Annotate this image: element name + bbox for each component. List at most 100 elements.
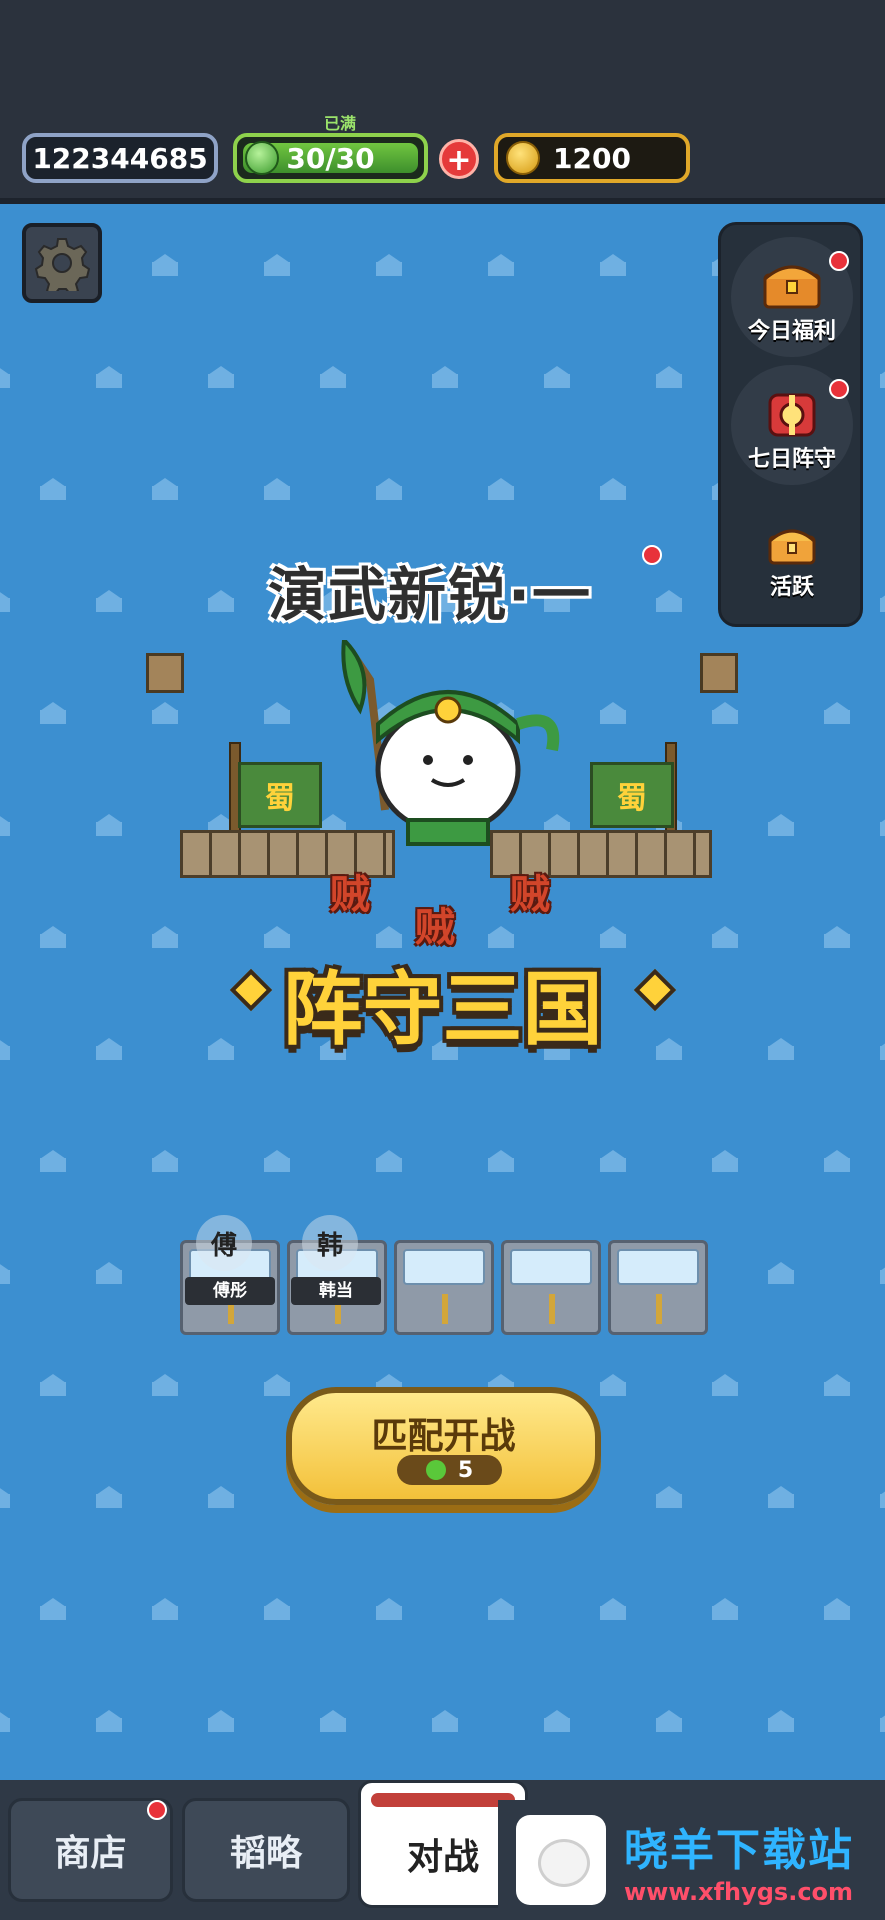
gold-display: 1200 bbox=[494, 133, 690, 183]
background-tile bbox=[600, 254, 626, 276]
treasure-chest-icon bbox=[763, 265, 821, 309]
shu-flag-right: 蜀 bbox=[590, 762, 674, 828]
background-tile bbox=[712, 1598, 738, 1620]
background-tile bbox=[656, 366, 682, 388]
empty-hero-slot[interactable] bbox=[608, 1240, 708, 1335]
watchtower-right-icon bbox=[700, 653, 738, 693]
background-tile bbox=[880, 366, 885, 388]
seven-day-defense-button[interactable]: 七日阵守 bbox=[731, 365, 853, 485]
match-battle-button[interactable]: 匹配开战 5 bbox=[286, 1387, 601, 1505]
background-tile bbox=[96, 366, 122, 388]
background-tile bbox=[0, 366, 10, 388]
background-tile bbox=[264, 702, 290, 724]
daily-welfare-label: 今日福利 bbox=[747, 319, 836, 344]
energy-gem-icon bbox=[245, 141, 279, 175]
background-tile bbox=[656, 1486, 682, 1508]
background-tile bbox=[824, 1150, 850, 1172]
background-tile bbox=[656, 1038, 682, 1060]
background-tile bbox=[712, 1374, 738, 1396]
background-tile bbox=[768, 1710, 794, 1732]
tab-battle-label: 对战 bbox=[406, 1837, 479, 1878]
hero-fu-name: 傅彤 bbox=[185, 1277, 275, 1305]
background-tile bbox=[432, 366, 458, 388]
chest-icon bbox=[768, 529, 816, 565]
background-tile bbox=[600, 1150, 626, 1172]
background-tile bbox=[96, 1038, 122, 1060]
hero-fu-badge[interactable]: 傅 bbox=[196, 1215, 252, 1271]
background-tile bbox=[600, 1374, 626, 1396]
background-tile bbox=[96, 1486, 122, 1508]
background-tile bbox=[152, 702, 178, 724]
background-tile bbox=[544, 366, 570, 388]
background-tile bbox=[40, 1150, 66, 1172]
background-tile bbox=[0, 1486, 10, 1508]
background-tile bbox=[376, 1598, 402, 1620]
watermark-name: 晓羊下载站 bbox=[624, 1825, 854, 1876]
notification-dot bbox=[829, 251, 849, 271]
background-tile bbox=[264, 254, 290, 276]
background-tile bbox=[712, 702, 738, 724]
background-tile bbox=[320, 1710, 346, 1732]
background-tile bbox=[152, 478, 178, 500]
notification-dot bbox=[147, 1800, 167, 1820]
hero-han-name: 韩当 bbox=[291, 1277, 381, 1305]
background-tile bbox=[768, 1038, 794, 1060]
background-tile bbox=[0, 1710, 10, 1732]
game-logo-title: 阵守三国 bbox=[282, 963, 603, 1056]
daily-welfare-button[interactable]: 今日福利 bbox=[731, 237, 853, 357]
background-tile bbox=[208, 1710, 234, 1732]
background-tile bbox=[208, 366, 234, 388]
background-tile bbox=[320, 366, 346, 388]
background-tile bbox=[600, 478, 626, 500]
side-event-panel: 今日福利 七日阵守 活跃 bbox=[718, 222, 863, 627]
match-cost: 5 bbox=[397, 1455, 502, 1485]
background-tile bbox=[656, 1710, 682, 1732]
background-tile bbox=[208, 1486, 234, 1508]
background-tile bbox=[264, 478, 290, 500]
energy-count: 30/30 bbox=[286, 141, 375, 175]
background-tile bbox=[376, 478, 402, 500]
player-id-display: 122344685 bbox=[22, 133, 218, 183]
background-tile bbox=[880, 590, 885, 612]
hero-han-badge[interactable]: 韩 bbox=[302, 1215, 358, 1271]
match-battle-label: 匹配开战 bbox=[371, 1416, 516, 1457]
watermark-url: www.xfhygs.com bbox=[624, 1878, 854, 1906]
background-tile bbox=[600, 702, 626, 724]
background-tile bbox=[880, 1038, 885, 1060]
background-tile bbox=[0, 590, 10, 612]
tab-strategy[interactable]: 韬略 bbox=[182, 1798, 350, 1902]
background-tile bbox=[768, 1262, 794, 1284]
background-tile bbox=[208, 1038, 234, 1060]
add-energy-button[interactable]: + bbox=[439, 139, 479, 179]
background-tile bbox=[824, 1374, 850, 1396]
activity-button[interactable]: 活跃 bbox=[731, 493, 853, 613]
background-tile bbox=[96, 1262, 122, 1284]
bandit-marker: 贼 bbox=[510, 872, 550, 918]
activity-label: 活跃 bbox=[769, 575, 814, 600]
gift-icon bbox=[768, 393, 816, 437]
background-tile bbox=[880, 1486, 885, 1508]
background-tile bbox=[152, 926, 178, 948]
background-tile bbox=[40, 702, 66, 724]
background-tile bbox=[824, 1598, 850, 1620]
energy-full-label: 已满 bbox=[323, 114, 356, 133]
background-tile bbox=[712, 1150, 738, 1172]
background-tile bbox=[264, 1150, 290, 1172]
background-tile bbox=[768, 814, 794, 836]
background-tile bbox=[0, 814, 10, 836]
empty-hero-slot[interactable] bbox=[394, 1240, 494, 1335]
stage-title: 演武新锐·一 bbox=[267, 561, 593, 629]
background-tile bbox=[488, 1598, 514, 1620]
background-tile bbox=[96, 590, 122, 612]
empty-hero-slot[interactable] bbox=[501, 1240, 601, 1335]
background-tile bbox=[40, 1374, 66, 1396]
background-tile bbox=[488, 1150, 514, 1172]
settings-button[interactable] bbox=[22, 223, 102, 303]
watchtower-left-icon bbox=[146, 653, 184, 693]
seven-day-defense-label: 七日阵守 bbox=[747, 447, 836, 472]
background-tile bbox=[880, 1262, 885, 1284]
background-tile bbox=[600, 1598, 626, 1620]
background-tile bbox=[40, 478, 66, 500]
energy-display: 30/30 bbox=[233, 133, 428, 183]
background-tile bbox=[488, 254, 514, 276]
